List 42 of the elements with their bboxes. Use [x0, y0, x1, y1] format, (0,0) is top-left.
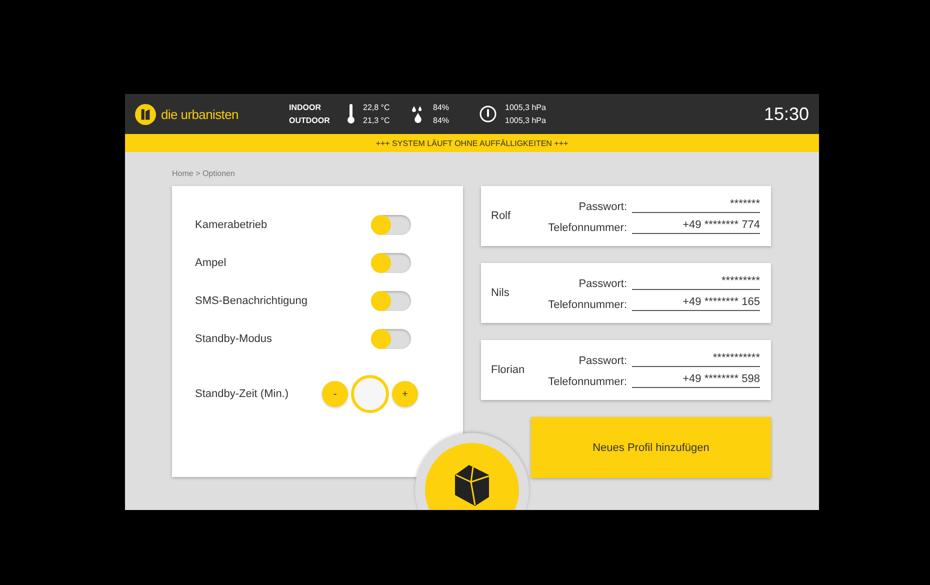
field-label: Telefonnummer: — [547, 222, 627, 234]
value-field[interactable] — [351, 375, 389, 413]
setting-label: Ampel — [195, 257, 228, 269]
logo-icon — [135, 104, 156, 124]
field-label: Passwort: — [578, 355, 627, 367]
profile-name: Florian — [491, 364, 526, 376]
clock-time: 15:30 — [764, 104, 809, 124]
pressure-value: 1005,3 hPa — [505, 116, 546, 125]
field-label: Passwort: — [578, 201, 627, 213]
toggle-switch[interactable] — [371, 215, 411, 235]
temperature-value: 22,8 °C — [363, 103, 391, 112]
setting-label: Standby-Zeit (Min.) — [195, 388, 290, 400]
brand-name: die urbanisten — [161, 106, 238, 122]
pressure-value: 1005,3 hPa — [505, 103, 546, 112]
status-banner: +++ SYSTEM LÄUFT OHNE AUFFÄLLIGKEITEN +++ — [125, 134, 819, 152]
password-field[interactable]: ******* — [632, 198, 760, 213]
setting-label: SMS-Benachrichtigung — [195, 295, 309, 307]
gauge-icon — [479, 105, 497, 123]
phone-field[interactable]: +49 ******** 598 — [632, 373, 760, 388]
decrease-button[interactable]: - — [322, 381, 348, 407]
phone-field[interactable]: +49 ******** 165 — [632, 296, 760, 311]
location-label: INDOOR — [289, 103, 322, 112]
humidity-value: 84% — [433, 116, 450, 125]
toggle-switch[interactable] — [371, 329, 411, 349]
field-label: Telefonnummer: — [547, 376, 627, 388]
toggle-switch[interactable] — [371, 253, 411, 273]
increase-button[interactable]: + — [392, 381, 418, 407]
setting-label: Standby-Modus — [195, 333, 274, 345]
field-label: Telefonnummer: — [547, 299, 627, 311]
field-label: Passwort: — [578, 278, 627, 290]
profile-name: Rolf — [491, 210, 512, 222]
password-field[interactable]: ********* — [632, 275, 760, 290]
add-profile-button[interactable]: Neues Profil hinzufügen — [531, 417, 771, 478]
phone-field[interactable]: +49 ******** 774 — [632, 219, 760, 234]
humidity-value: 84% — [433, 103, 450, 112]
setting-label: Kamerabetrieb — [195, 219, 268, 231]
toggle-switch[interactable] — [371, 291, 411, 311]
thermometer-icon — [347, 103, 355, 125]
location-label: OUTDOOR — [289, 116, 331, 125]
password-field[interactable]: *********** — [632, 352, 760, 367]
temperature-value: 21,3 °C — [363, 116, 391, 125]
profile-name: Nils — [491, 287, 510, 299]
